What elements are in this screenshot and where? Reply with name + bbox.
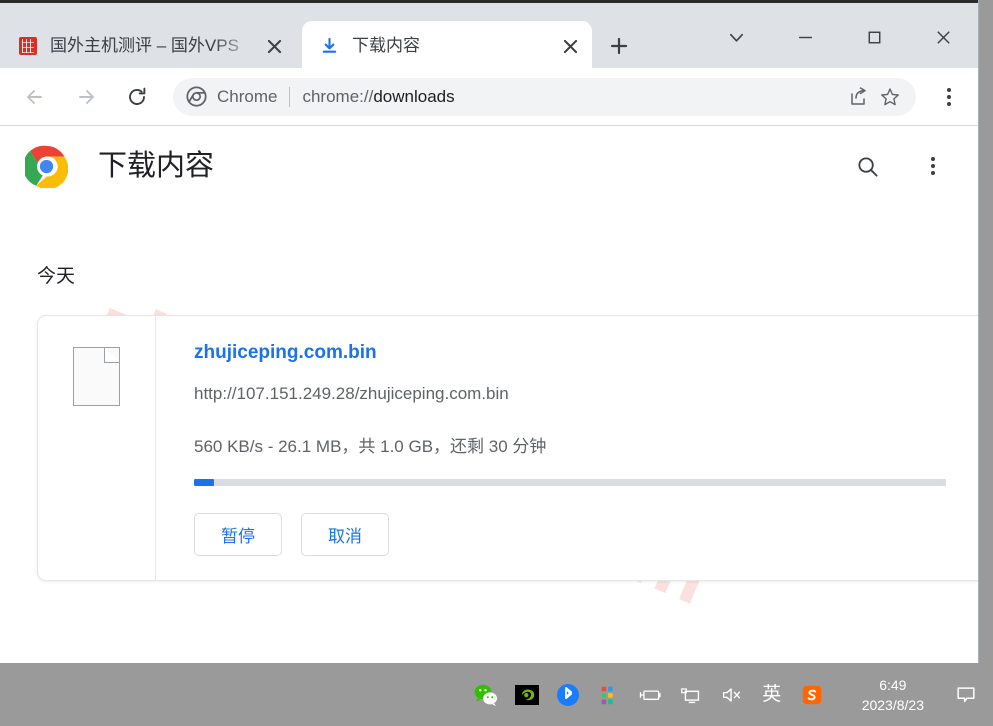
share-icon[interactable]	[842, 81, 874, 113]
omnibox-url-suffix: downloads	[373, 86, 455, 106]
omnibox-url-text: chrome://downloads	[302, 87, 842, 107]
date-heading: 今天	[37, 266, 76, 287]
chrome-logo	[22, 145, 69, 189]
desktop-screen: 国外主机测评 – 国外VPS 下载内容 Chrome chrome://down…	[0, 0, 993, 726]
generic-file-icon	[73, 347, 120, 406]
three-dot-menu-icon	[931, 157, 935, 175]
pause-button[interactable]: 暂停	[194, 513, 282, 556]
display-icon[interactable]	[678, 682, 704, 708]
volume-muted-icon[interactable]	[719, 682, 745, 708]
page-title: 下载内容	[98, 150, 215, 182]
download-filename-link[interactable]: zhujiceping.com.bin	[194, 342, 377, 364]
address-bar[interactable]: Chrome chrome://downloads	[173, 77, 916, 116]
tab-search-button[interactable]	[702, 3, 771, 71]
download-progress-bar	[194, 479, 946, 486]
back-button[interactable]	[16, 78, 54, 116]
windows-taskbar: 英 6:49 2023/8/23	[0, 663, 993, 726]
nvidia-icon[interactable]	[514, 682, 540, 708]
download-item-card: zhujiceping.com.bin http://107.151.249.2…	[37, 315, 978, 581]
reload-button[interactable]	[118, 78, 156, 116]
new-tab-button[interactable]	[600, 27, 638, 65]
clock-date: 2023/8/23	[861, 696, 924, 713]
browser-menu-button[interactable]	[930, 78, 968, 116]
wechat-icon[interactable]	[473, 682, 499, 708]
input-method-icon[interactable]: 英	[760, 682, 784, 708]
search-icon[interactable]	[846, 145, 888, 187]
site-favicon	[18, 37, 37, 56]
color-squares-icon[interactable]	[596, 682, 622, 708]
system-tray: 英 6:49 2023/8/23	[473, 675, 985, 715]
taskbar-clock[interactable]: 6:49 2023/8/23	[862, 675, 924, 715]
tab-downloads[interactable]: 下载内容	[302, 21, 592, 71]
window-controls	[702, 3, 978, 71]
download-details: zhujiceping.com.bin http://107.151.249.2…	[156, 316, 978, 580]
browser-toolbar: Chrome chrome://downloads	[0, 68, 978, 126]
close-button[interactable]	[909, 3, 978, 71]
battery-icon[interactable]	[637, 682, 663, 708]
bookmark-star-icon[interactable]	[874, 81, 906, 113]
tab-guowai-zhuji-ceping[interactable]: 国外主机测评 – 国外VPS	[0, 21, 296, 71]
omnibox-scheme-label: Chrome	[217, 86, 278, 106]
sogou-icon[interactable]	[799, 682, 825, 708]
input-method-label: 英	[762, 683, 782, 705]
downloads-page: zhujiceping.com 下载内容	[0, 126, 978, 662]
download-status-text: 560 KB/s - 26.1 MB，共 1.0 GB，还剩 30 分钟	[194, 437, 547, 456]
chrome-browser-window: 国外主机测评 – 国外VPS 下载内容 Chrome chrome://down…	[0, 0, 979, 663]
tab-title: 下载内容	[352, 36, 420, 55]
download-source-url: http://107.151.249.28/zhujiceping.com.bi…	[194, 384, 509, 403]
notification-icon[interactable]	[947, 675, 985, 715]
tab-close-icon[interactable]	[556, 32, 584, 60]
clock-time: 6:49	[879, 676, 907, 693]
omnibox-divider	[289, 86, 291, 107]
download-icon	[320, 37, 339, 56]
chrome-grey-icon	[186, 86, 207, 107]
tab-title: 国外主机测评 – 国外VPS	[50, 36, 239, 55]
tab-close-icon[interactable]	[260, 32, 288, 60]
downloads-page-toolbar: 下载内容	[0, 126, 978, 206]
download-actions: 暂停 取消	[194, 513, 978, 556]
tab-strip: 国外主机测评 – 国外VPS 下载内容	[0, 0, 978, 71]
file-icon-cell	[38, 316, 156, 580]
forward-button[interactable]	[67, 78, 105, 116]
omnibox-url-prefix: chrome://	[302, 86, 374, 106]
maximize-button[interactable]	[840, 3, 909, 71]
download-progress-fill	[194, 479, 214, 486]
minimize-button[interactable]	[771, 3, 840, 71]
bluetooth-icon[interactable]	[555, 682, 581, 708]
cancel-button[interactable]: 取消	[301, 513, 389, 556]
downloads-menu-button[interactable]	[912, 145, 954, 187]
three-dot-menu-icon	[947, 87, 951, 106]
